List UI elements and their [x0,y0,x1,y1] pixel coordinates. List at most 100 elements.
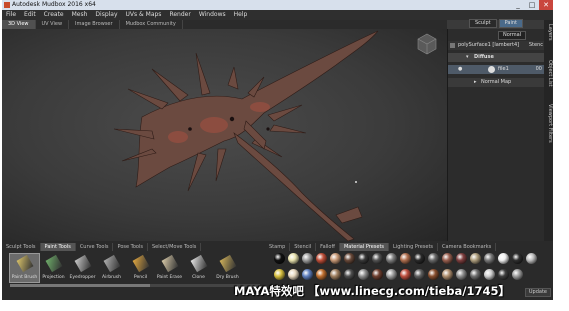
material-preset-ball[interactable] [428,253,439,264]
material-preset-ball[interactable] [288,253,299,264]
dry-brush-icon [219,254,237,273]
material-preset-ball[interactable] [400,253,411,264]
tab-mudbox-community[interactable]: Mudbox Community [120,20,183,29]
tab-3d-view[interactable]: 3D View [2,20,36,29]
tool-tray-scrollbar[interactable] [10,284,260,287]
tab-paint[interactable]: Paint [498,19,523,28]
expand-arrow-icon[interactable]: ▾ [466,53,469,62]
menu-display[interactable]: Display [91,10,121,20]
material-preset-ball[interactable] [344,269,355,280]
minimize-button[interactable]: _ [511,0,525,10]
layers-panel: polySurface1 [lambert4] Stenc Normal ▾ D… [447,29,545,241]
tab-lighting-presets[interactable]: Lighting Presets [389,243,439,251]
material-preset-ball[interactable] [498,253,509,264]
tool-pencil[interactable]: Pencil [126,254,155,282]
view-cube-icon[interactable] [417,33,437,55]
tool-label: Airbrush [102,275,121,280]
side-tab-viewport-filters[interactable]: Viewport Filters [544,104,553,143]
mode-tabs: Sculpt Paint [469,19,523,28]
diffuse-group-row[interactable]: ▾ Diffuse [448,53,545,62]
tool-label: Paint Brush [11,275,38,280]
tool-dry-brush[interactable]: Dry Brush [213,254,242,282]
material-preset-ball[interactable] [498,269,509,280]
material-preset-ball[interactable] [470,269,481,280]
layer-visibility-icon[interactable]: ● [458,65,462,74]
tab-camera-bookmarks[interactable]: Camera Bookmarks [438,243,497,251]
menu-edit[interactable]: Edit [20,10,40,20]
tab-sculpt[interactable]: Sculpt [469,19,497,28]
tab-stamp[interactable]: Stamp [265,243,291,251]
tab-pose-tools[interactable]: Pose Tools [113,243,148,251]
side-tab-object-list[interactable]: Object List [544,60,553,87]
tool-airbrush[interactable]: Airbrush [97,254,126,282]
tab-paint-tools[interactable]: Paint Tools [40,243,76,251]
side-tab-layers[interactable]: Layers [544,24,553,41]
menu-windows[interactable]: Windows [195,10,230,20]
material-preset-ball[interactable] [274,253,285,264]
tool-projection[interactable]: Projection [39,254,68,282]
tab-uv-view[interactable]: UV View [36,20,70,29]
material-preset-ball[interactable] [484,253,495,264]
window-title: Autodesk Mudbox 2016 x64 [12,1,96,8]
material-preset-ball[interactable] [274,269,285,280]
maximize-button[interactable]: □ [525,0,539,10]
tab-curve-tools[interactable]: Curve Tools [76,243,114,251]
tool-tabs: Sculpt Tools Paint Tools Curve Tools Pos… [2,243,202,251]
material-preset-ball[interactable] [414,269,425,280]
material-preset-ball[interactable] [330,269,341,280]
tab-material-presets[interactable]: Material Presets [339,243,390,251]
tab-select-move-tools[interactable]: Select/Move Tools [148,243,202,251]
material-preset-ball[interactable] [316,253,327,264]
layer-row-file1[interactable]: ● file1 00 [448,65,545,74]
tool-paint-erase[interactable]: Paint Erase [155,254,184,282]
material-preset-ball[interactable] [428,269,439,280]
normal-map-row[interactable]: ▸ Normal Map [448,78,545,87]
tab-falloff[interactable]: Falloff [316,243,340,251]
layer-opacity[interactable]: 00 [536,65,542,74]
collapse-arrow-icon[interactable]: ▸ [474,78,477,87]
material-preset-ball[interactable] [414,253,425,264]
material-preset-ball[interactable] [358,269,369,280]
blend-mode-select[interactable]: Normal [498,31,527,40]
tool-clone[interactable]: Clone [184,254,213,282]
menu-mesh[interactable]: Mesh [68,10,92,20]
material-preset-ball[interactable] [344,253,355,264]
tool-paint-brush[interactable]: Paint Brush [9,253,40,283]
pencil-icon [132,254,150,273]
material-preset-ball[interactable] [470,253,481,264]
material-preset-ball[interactable] [386,253,397,264]
menu-help[interactable]: Help [230,10,252,20]
material-preset-ball[interactable] [288,269,299,280]
tab-image-browser[interactable]: Image Browser [69,20,120,29]
material-preset-ball[interactable] [442,269,453,280]
tab-sculpt-tools[interactable]: Sculpt Tools [2,243,41,251]
menu-uvs-maps[interactable]: UVs & Maps [122,10,166,20]
material-preset-ball[interactable] [330,253,341,264]
3d-viewport[interactable] [2,29,447,241]
material-preset-ball[interactable] [512,253,523,264]
material-preset-ball[interactable] [386,269,397,280]
material-preset-ball[interactable] [302,253,313,264]
material-preset-ball[interactable] [372,253,383,264]
material-preset-ball[interactable] [358,253,369,264]
menu-create[interactable]: Create [40,10,68,20]
update-button[interactable]: Update [524,288,551,297]
material-preset-ball[interactable] [400,269,411,280]
tool-eyedropper[interactable]: Eyedropper [68,254,97,282]
material-preset-ball[interactable] [526,253,537,264]
material-preset-ball[interactable] [302,269,313,280]
menu-file[interactable]: File [2,10,20,20]
visibility-icon[interactable] [450,43,455,48]
menu-render[interactable]: Render [165,10,194,20]
material-preset-ball[interactable] [512,269,523,280]
material-preset-ball[interactable] [456,253,467,264]
material-preset-ball[interactable] [442,253,453,264]
material-preset-ball[interactable] [484,269,495,280]
clone-icon [190,254,208,273]
material-preset-ball[interactable] [456,269,467,280]
material-preset-ball[interactable] [316,269,327,280]
close-button[interactable]: ✕ [539,0,553,10]
tab-stencil[interactable]: Stencil [290,243,317,251]
material-preset-ball[interactable] [372,269,383,280]
object-row[interactable]: polySurface1 [lambert4] Stenc [448,41,545,50]
